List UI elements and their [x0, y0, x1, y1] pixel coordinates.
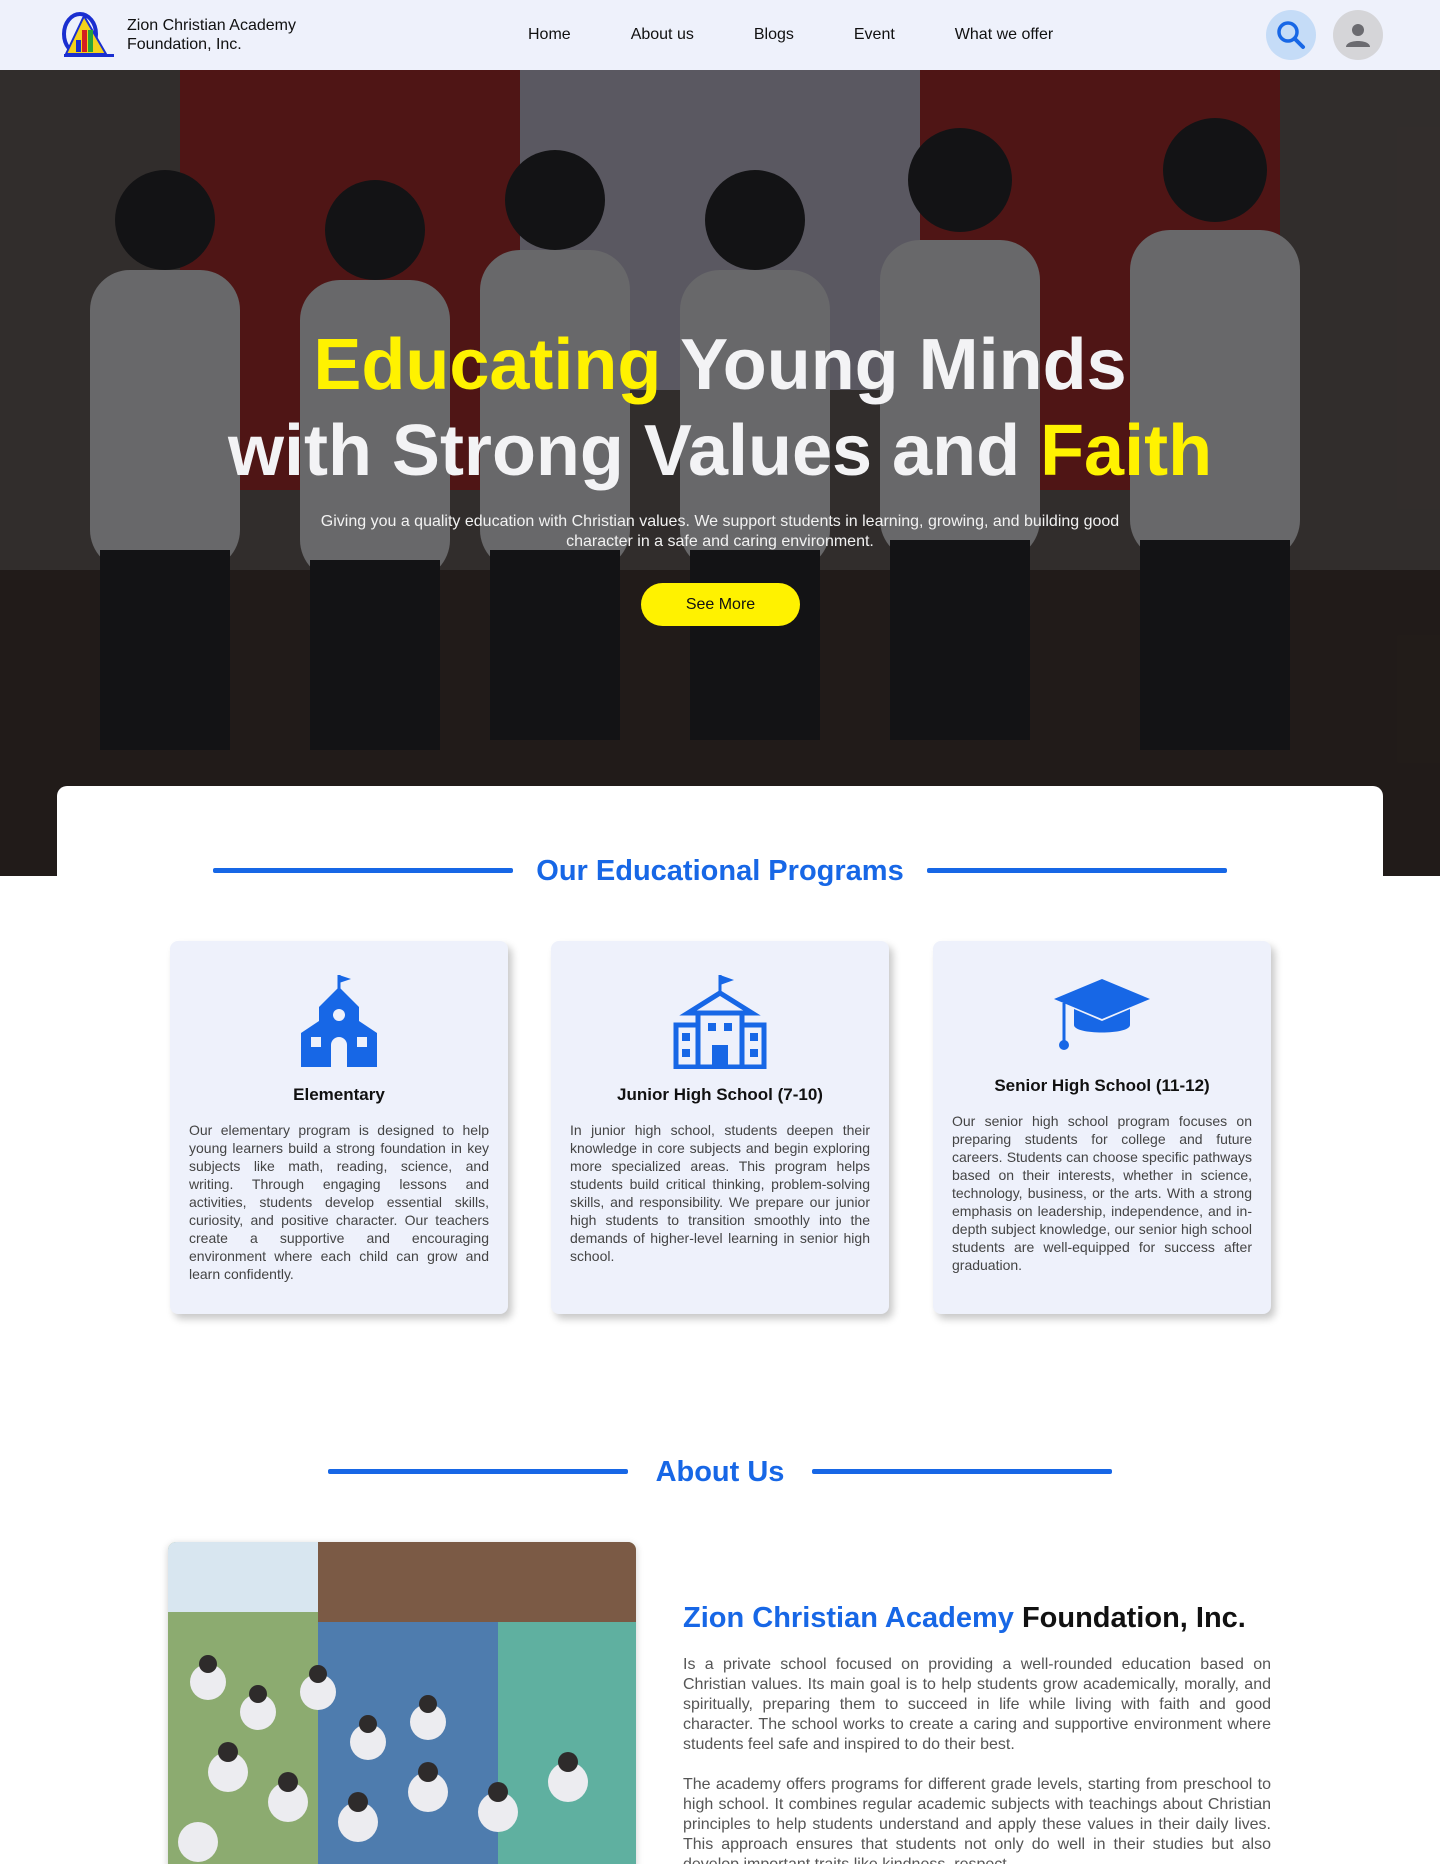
about-photo [168, 1542, 636, 1864]
hero-section: Educating Young Minds with Strong Values… [0, 70, 1440, 876]
building-icon [673, 975, 767, 1069]
site-header: Zion Christian Academy Foundation, Inc. … [0, 0, 1440, 70]
main-nav: Home About us Blogs Event What we offer [498, 0, 1083, 70]
search-icon [1277, 21, 1305, 49]
program-card-elementary[interactable]: Elementary Our elementary program is des… [170, 941, 508, 1314]
program-card-senior-high[interactable]: Senior High School (11-12) Our senior hi… [933, 941, 1271, 1314]
hero-title: Educating Young Minds with Strong Values… [0, 322, 1440, 494]
section-rule-left [213, 868, 513, 873]
program-card-text: In junior high school, students deepen t… [570, 1122, 870, 1264]
brand-line-2: Foundation, Inc. [127, 36, 242, 53]
brand-name[interactable]: Zion Christian Academy Foundation, Inc. [127, 16, 367, 54]
nav-about-us[interactable]: About us [601, 26, 724, 44]
hero-title-highlight-1: Educating [313, 325, 662, 405]
about-heading: Zion Christian Academy Foundation, Inc. [683, 1602, 1246, 1635]
school-logo[interactable] [62, 10, 116, 58]
hero-subtitle: Giving you a quality education with Chri… [320, 513, 1120, 550]
program-card-text: Our elementary program is designed to he… [189, 1122, 489, 1282]
about-heading-rest: Foundation, Inc. [1013, 1602, 1246, 1634]
program-card-text: Our senior high school program focuses o… [952, 1113, 1252, 1273]
about-paragraph-1: Is a private school focused on providing… [683, 1656, 1271, 1753]
program-card-junior-high[interactable]: Junior High School (7-10) In junior high… [551, 941, 889, 1314]
hero-title-part-2: Young Minds [661, 325, 1127, 405]
school-icon [301, 975, 377, 1067]
about-title: About Us [655, 1456, 785, 1488]
brand-line-1: Zion Christian Academy [127, 17, 296, 34]
user-icon [1346, 24, 1370, 47]
search-button[interactable] [1266, 10, 1316, 60]
nav-what-we-offer[interactable]: What we offer [925, 26, 1083, 44]
graduation-cap-icon [1054, 979, 1150, 1050]
program-card-title: Junior High School (7-10) [617, 1085, 823, 1104]
nav-event[interactable]: Event [824, 26, 925, 44]
section-rule-right [812, 1469, 1112, 1474]
user-avatar-button[interactable] [1333, 10, 1383, 60]
program-card-title: Senior High School (11-12) [994, 1076, 1210, 1095]
program-card-title: Elementary [293, 1085, 385, 1104]
hero-title-highlight-2: Faith [1040, 411, 1213, 491]
section-rule-left [328, 1469, 628, 1474]
section-rule-right [927, 868, 1227, 873]
hero-title-part-3: with Strong Values and [227, 411, 1041, 491]
nav-blogs[interactable]: Blogs [724, 26, 824, 44]
programs-title: Our Educational Programs [536, 855, 904, 887]
nav-home[interactable]: Home [498, 26, 601, 44]
about-paragraph-2: The academy offers programs for differen… [683, 1776, 1271, 1864]
see-more-button[interactable]: See More [641, 583, 800, 626]
about-heading-blue: Zion Christian Academy [683, 1602, 1014, 1634]
